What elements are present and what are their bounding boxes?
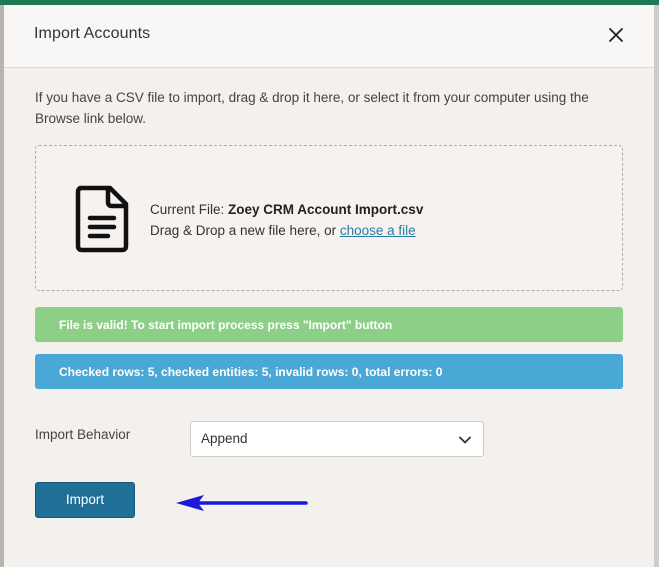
file-dropzone[interactable]: Current File: Zoey CRM Account Import.cs… xyxy=(35,145,623,291)
annotation-arrow-icon xyxy=(176,495,308,511)
chevron-down-icon xyxy=(459,436,471,444)
import-button[interactable]: Import xyxy=(35,482,135,518)
current-file-info: Current File: Zoey CRM Account Import.cs… xyxy=(150,202,423,217)
choose-file-link[interactable]: choose a file xyxy=(340,223,416,238)
backdrop-right xyxy=(654,5,659,567)
import-behavior-value: Append xyxy=(201,431,248,446)
modal-header: Import Accounts xyxy=(4,5,654,68)
current-file-name: Zoey CRM Account Import.csv xyxy=(228,202,424,217)
drag-drop-hint: Drag & Drop a new file here, or choose a… xyxy=(150,223,416,238)
import-behavior-label: Import Behavior xyxy=(35,427,131,442)
drag-drop-text: Drag & Drop a new file here, or xyxy=(150,223,337,238)
modal-title: Import Accounts xyxy=(34,25,151,42)
current-file-label: Current File: xyxy=(150,202,225,217)
import-accounts-modal: Import Accounts If you have a CSV file t… xyxy=(4,5,654,567)
intro-text: If you have a CSV file to import, drag &… xyxy=(35,90,589,126)
import-behavior-select[interactable]: Append xyxy=(190,421,484,457)
validation-success-alert: File is valid! To start import process p… xyxy=(35,307,623,342)
document-icon xyxy=(75,185,129,253)
validation-summary-alert: Checked rows: 5, checked entities: 5, in… xyxy=(35,354,623,389)
close-button[interactable] xyxy=(604,23,628,47)
close-icon xyxy=(609,28,623,42)
